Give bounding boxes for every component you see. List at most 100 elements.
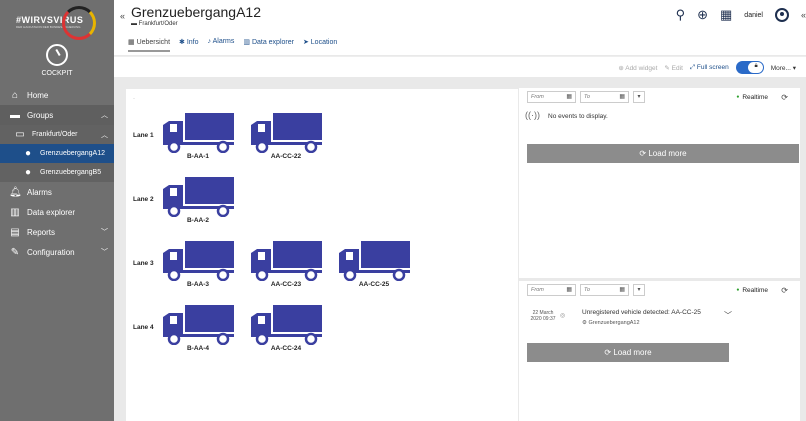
truck-icon[interactable] [249,241,323,281]
refresh-icon[interactable]: ⟳ [781,286,788,295]
alarm-source[interactable]: ⚙ GrenzuebergangA12 [582,320,640,326]
cockpit-link[interactable]: COCKPIT [0,44,114,84]
add-widget-button[interactable]: ⊕ Add widget [618,64,657,72]
breadcrumb-group[interactable]: Frankfurt/Oder [139,21,178,27]
user-avatar-icon[interactable] [774,8,789,22]
more-label: More... [770,64,791,72]
truck-plate-label: B-AA-1 [186,153,210,160]
dashboard-toolbar: ⊕ Add widget ✎ Edit ⤢ Full screen 🔒︎ Mor… [114,56,806,77]
sidebar-item-label: Configuration [27,247,75,257]
alarm-source-label: GrenzuebergangA12 [588,320,640,326]
tab-label: Uebersicht [136,39,171,46]
date-filters: From ▦ To ▦ ▾ [527,91,645,103]
alarm-list-item[interactable]: 22 March 2020 09:37 ◎ Unregistered vehic… [527,306,732,336]
truck-icon[interactable] [161,177,235,217]
device-icon: ● [24,148,32,159]
alarms-widget: From ▦ To ▦ ▾ Realtime ⟳ 22 March 2020 09:… [519,281,800,421]
breadcrumb[interactable]: ▬ Frankfurt/Oder [131,21,178,27]
sidebar-item-grenzuebergang-a12[interactable]: ● GrenzuebergangA12 [0,144,114,163]
chevron-up-icon: ︿ [101,112,108,119]
device-icon: ● [24,167,32,178]
tab-uebersicht[interactable]: ▦ Uebersicht [128,38,171,52]
sidebar-item-label: GrenzuebergangA12 [40,150,105,157]
sidebar-item-label: Groups [27,110,54,120]
sidebar-item-grenzuebergang-b5[interactable]: ● GrenzuebergangB5 [0,163,114,182]
sidebar: #WIRVSVIRUS DER HACKATHON DER BUNDESREGI… [0,0,114,421]
load-more-label: Load more [613,348,652,357]
sidebar-item-data-explorer[interactable]: ▥ Data explorer [0,202,114,222]
truck-icon[interactable] [161,241,235,281]
tab-label: Location [310,39,338,46]
calendar-icon[interactable]: ▦ [566,286,572,293]
tab-bar: ▦ Uebersicht ✱ Info ♪ Alarms ▥ Data expl… [128,38,337,52]
events-widget: From ▦ To ▦ ▾ Realtime ⟳ ((·)) No events t… [519,88,800,278]
filter-icon[interactable]: ▾ [633,284,645,296]
chevron-down-icon[interactable]: ﹀ [724,310,732,321]
load-more-button[interactable]: ⟳ Load more [527,144,799,163]
sidebar-item-label: GrenzuebergangB5 [40,169,102,176]
add-icon[interactable]: ⊕ [697,7,708,23]
full-screen-button[interactable]: ⤢ Full screen [690,64,729,72]
realtime-toggle[interactable]: Realtime [736,287,768,294]
to-date-input[interactable]: To ▦ [580,284,629,296]
load-more-button[interactable]: ⟳ Load more [527,343,729,362]
calendar-icon[interactable]: ▦ [619,93,625,100]
truck-icon[interactable] [337,241,411,281]
tab-info[interactable]: ✱ Info [179,38,199,52]
lane-label: Lane 3 [133,260,154,267]
collapse-sidebar-icon[interactable]: « [120,11,125,21]
sidebar-item-alarms[interactable]: 🔔︎ Alarms [0,182,114,202]
app-switcher-icon[interactable]: ▦ [720,7,732,23]
add-widget-label: Add widget [625,64,658,72]
report-icon: ▤ [10,226,20,238]
truck-icon[interactable] [249,305,323,345]
lane-label: Lane 2 [133,196,154,203]
sidebar-item-reports[interactable]: ▤ Reports ﹀ [0,222,114,242]
cockpit-label: COCKPIT [41,70,73,77]
bell-icon: 🔔︎ [9,186,22,198]
realtime-toggle[interactable]: Realtime [736,94,768,101]
from-date-input[interactable]: From ▦ [527,284,576,296]
sidebar-item-label: Data explorer [27,207,76,217]
logo: #WIRVSVIRUS DER HACKATHON DER BUNDESREGI… [0,0,114,44]
sidebar-item-groups[interactable]: ▬ Groups ︿ [0,105,114,125]
tab-data-explorer[interactable]: ▥ Data explorer [243,38,294,52]
to-date-input[interactable]: To ▦ [580,91,629,103]
user-name[interactable]: daniel [744,12,763,19]
edit-button[interactable]: ✎ Edit [664,64,682,72]
header-actions: ⚲ ⊕ ▦ daniel « [676,7,806,23]
refresh-icon[interactable]: ⟳ [781,93,788,102]
from-date-input[interactable]: From ▦ [527,91,576,103]
page-title: GrenzuebergangA12 [131,4,261,20]
truck-icon[interactable] [161,305,235,345]
search-icon[interactable]: ⚲ [676,7,686,23]
from-placeholder: From [531,287,544,293]
truck-plate-label: AA-CC-23 [270,281,302,288]
more-dropdown[interactable]: More... ▾ [771,64,796,72]
sidebar-nav: ⌂ Home ▬ Groups ︿ ▭ Frankfurt/Oder ︿ ● G… [0,85,114,262]
calendar-icon[interactable]: ▦ [566,93,572,100]
alarm-date-time: 2020 09:37 [530,316,556,322]
calendar-icon[interactable]: ▦ [619,286,625,293]
truck-icon[interactable] [249,113,323,153]
sidebar-item-label: Frankfurt/Oder [32,131,78,138]
tab-location[interactable]: ➤ Location [303,38,337,52]
sidebar-item-frankfurt-oder[interactable]: ▭ Frankfurt/Oder ︿ [0,125,114,144]
tab-alarms[interactable]: ♪ Alarms [208,38,235,52]
collapse-right-icon[interactable]: « [801,10,806,20]
widget-dot: · [133,96,135,102]
to-placeholder: To [584,94,590,100]
sidebar-item-label: Alarms [27,187,52,197]
lock-icon: 🔒︎ [754,63,758,69]
filter-icon[interactable]: ▾ [633,91,645,103]
date-filters: From ▦ To ▦ ▾ [527,284,645,296]
tab-label: Data explorer [251,39,294,46]
chevron-down-icon: ﹀ [101,229,108,236]
lane-label: Lane 4 [133,324,154,331]
lock-toggle[interactable]: 🔒︎ [735,61,764,74]
sidebar-item-configuration[interactable]: ✎ Configuration ﹀ [0,242,114,262]
sidebar-item-home[interactable]: ⌂ Home [0,85,114,105]
to-placeholder: To [584,287,590,293]
truck-plate-label: B-AA-2 [186,217,210,224]
truck-icon[interactable] [161,113,235,153]
